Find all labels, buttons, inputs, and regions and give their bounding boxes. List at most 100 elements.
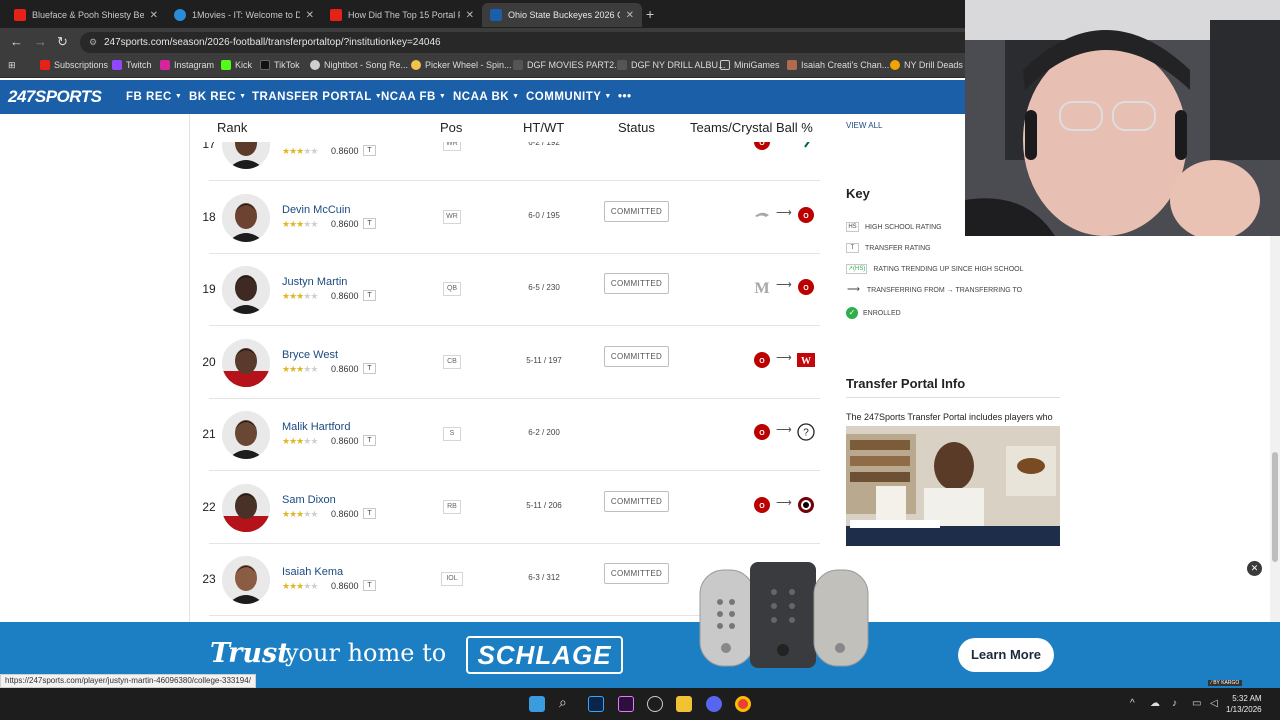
forward-icon[interactable]: →	[34, 34, 47, 49]
from-school-logo[interactable]: O	[752, 496, 772, 514]
height-weight: 6-5 / 230	[528, 283, 560, 292]
table-row[interactable]: 19 Justyn Martin ★★★★★ 0.8600 T QB 6-5 / 230 CO…	[202, 253, 820, 326]
system-clock[interactable]: 5:32 AM 1/13/2026	[1226, 693, 1262, 715]
nav-ncaa-bk[interactable]: NCAA BK ▼	[453, 91, 520, 103]
close-tab-icon[interactable]: ✕	[150, 10, 158, 21]
player-avatar[interactable]	[222, 484, 270, 532]
show-hidden-icons-icon[interactable]: ^	[1130, 698, 1135, 709]
to-school-logo[interactable]	[796, 496, 816, 514]
view-all-link[interactable]: VIEW ALL	[846, 121, 882, 130]
reload-icon[interactable]: ↻	[57, 34, 68, 50]
premiere-icon[interactable]	[618, 696, 634, 712]
transfer-rating-badge: T	[363, 508, 376, 519]
player-name-link[interactable]: Bryce West	[282, 349, 338, 361]
header-rank[interactable]: Rank	[217, 120, 247, 135]
rating-value: 0.8600	[331, 581, 359, 591]
status-badge[interactable]: COMMITTED	[604, 346, 669, 367]
player-avatar[interactable]	[222, 556, 270, 604]
back-icon[interactable]: ←	[10, 34, 23, 49]
chrome-icon[interactable]	[735, 696, 751, 712]
player-avatar[interactable]	[222, 339, 270, 387]
status-badge[interactable]: COMMITTED	[604, 491, 669, 512]
nav-ncaa-fb[interactable]: NCAA FB ▼	[381, 91, 446, 103]
nav-community[interactable]: COMMUNITY ▼	[526, 91, 612, 103]
browser-tab[interactable]: 1Movies - IT: Welcome to Derry ✕	[166, 3, 322, 27]
table-row[interactable]: 18 Devin McCuin ★★★★★ 0.8600 T WR 6-0 / 195 COM…	[202, 181, 820, 254]
to-school-logo[interactable]: O	[796, 278, 816, 296]
player-avatar[interactable]	[222, 411, 270, 459]
header-status[interactable]: Status	[618, 120, 655, 135]
table-row[interactable]: 21 Malik Hartford ★★★★★ 0.8600 T S 6-2 / 200 O ⟶…	[202, 398, 820, 471]
transfer-rating-badge: T	[363, 290, 376, 301]
apps-icon[interactable]: ⊞	[8, 60, 16, 71]
close-ad-icon[interactable]: ✕	[1247, 561, 1262, 576]
bookmark-item[interactable]: Kick	[221, 60, 252, 70]
nav-transfer-portal[interactable]: TRANSFER PORTAL ▼	[252, 91, 382, 103]
microphone-icon[interactable]: ♪	[1172, 698, 1177, 709]
site-logo[interactable]: 247SPORTS	[8, 87, 102, 107]
learn-more-button[interactable]: Learn More	[958, 638, 1054, 672]
player-name-link[interactable]: Malik Hartford	[282, 421, 350, 433]
status-badge[interactable]: COMMITTED	[604, 273, 669, 294]
header-pos[interactable]: Pos	[440, 120, 462, 135]
photoshop-icon[interactable]	[588, 696, 604, 712]
nav-fb-rec[interactable]: FB REC ▼	[126, 91, 182, 103]
player-avatar[interactable]	[222, 266, 270, 314]
status-badge[interactable]: COMMITTED	[604, 563, 669, 584]
volume-icon[interactable]: ◁	[1210, 698, 1218, 709]
chevron-down-icon: ▼	[604, 93, 612, 100]
bookmark-item[interactable]: DGF NY DRILL ALBU...	[617, 60, 726, 70]
search-icon[interactable]: ⌕	[559, 694, 575, 710]
status-badge[interactable]: COMMITTED	[604, 201, 669, 222]
to-school-logo[interactable]: ?	[796, 423, 816, 441]
bookmark-item[interactable]: Subscriptions	[40, 60, 108, 70]
header-teams[interactable]: Teams/Crystal Ball %	[690, 120, 813, 135]
close-tab-icon[interactable]: ✕	[626, 10, 634, 21]
player-avatar[interactable]	[222, 194, 270, 242]
bookmark-item[interactable]: TikTok	[260, 60, 300, 70]
rank-number: 19	[202, 282, 216, 296]
player-name-link[interactable]: Sam Dixon	[282, 494, 336, 506]
scrollbar-track[interactable]	[1270, 236, 1280, 622]
site-info-icon[interactable]: ⚙	[89, 32, 97, 53]
close-tab-icon[interactable]: ✕	[466, 10, 474, 21]
file-explorer-icon[interactable]	[676, 696, 692, 712]
header-htwt[interactable]: HT/WT	[523, 120, 564, 135]
discord-icon[interactable]	[706, 696, 722, 712]
table-row[interactable]: 20 Bryce West ★★★★★ 0.8600 T CB 5-11 / 197 COMM…	[202, 326, 820, 399]
bookmark-item[interactable]: Isaiah Creati's Chan...	[787, 60, 889, 70]
to-school-logo[interactable]: O	[796, 206, 816, 224]
rating-value: 0.8600	[331, 364, 359, 374]
table-row[interactable]: 22 Sam Dixon ★★★★★ 0.8600 T RB 5-11 / 206 COMMI…	[202, 471, 820, 544]
bookmark-item[interactable]: Instagram	[160, 60, 214, 70]
browser-tab[interactable]: Blueface & Pooh Shiesty Beef M ✕	[6, 3, 166, 27]
nav-bk-rec[interactable]: BK REC ▼	[189, 91, 247, 103]
windows-start-icon[interactable]	[529, 696, 545, 712]
from-school-logo[interactable]: O	[752, 351, 772, 369]
scrollbar-thumb[interactable]	[1272, 452, 1278, 562]
obs-icon[interactable]	[647, 696, 663, 712]
bookmark-folder[interactable]: MiniGames	[720, 60, 780, 70]
video-player[interactable]	[846, 426, 1060, 546]
browser-tab[interactable]: How Did The Top 15 Portal Play ✕	[322, 3, 482, 27]
screen: Blueface & Pooh Shiesty Beef M ✕ 1Movies…	[0, 0, 1280, 720]
bookmark-item[interactable]: DGF MOVIES PART2...	[513, 60, 622, 70]
bookmark-item[interactable]: Nightbot - Song Re...	[310, 60, 408, 70]
new-tab-button[interactable]: +	[646, 6, 654, 22]
player-name-link[interactable]: Isaiah Kema	[282, 566, 343, 578]
from-school-logo[interactable]	[752, 206, 772, 224]
position-badge: IOL	[441, 572, 463, 586]
bookmark-item[interactable]: Picker Wheel - Spin...	[411, 60, 512, 70]
player-name-link[interactable]: Devin McCuin	[282, 204, 350, 216]
more-menu-icon[interactable]: •••	[618, 91, 632, 103]
network-icon[interactable]: ▭	[1192, 698, 1201, 709]
to-school-logo[interactable]: W	[796, 351, 816, 369]
from-school-logo[interactable]: M	[752, 278, 772, 297]
bookmark-item[interactable]: Twitch	[112, 60, 152, 70]
close-tab-icon[interactable]: ✕	[306, 10, 314, 21]
browser-tab-active[interactable]: Ohio State Buckeyes 2026 Colle ✕	[482, 3, 642, 27]
from-school-logo[interactable]: O	[752, 423, 772, 441]
cloud-icon[interactable]: ☁	[1150, 698, 1160, 709]
player-name-link[interactable]: Justyn Martin	[282, 276, 347, 288]
page-icon	[617, 60, 627, 70]
